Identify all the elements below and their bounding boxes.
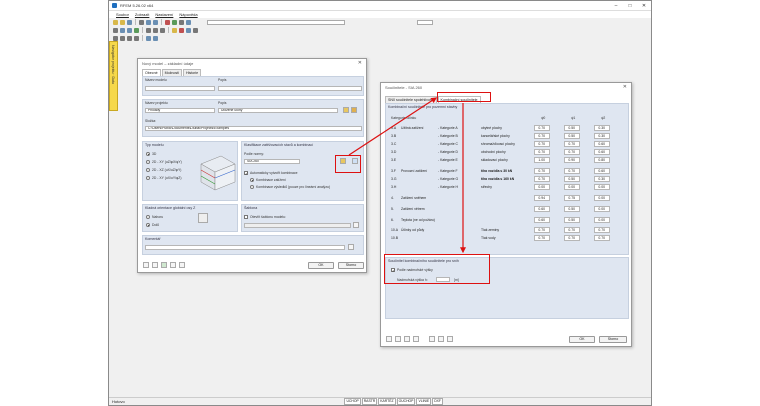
arrow-to-tab bbox=[348, 97, 438, 156]
highlight-arrows bbox=[348, 97, 466, 254]
